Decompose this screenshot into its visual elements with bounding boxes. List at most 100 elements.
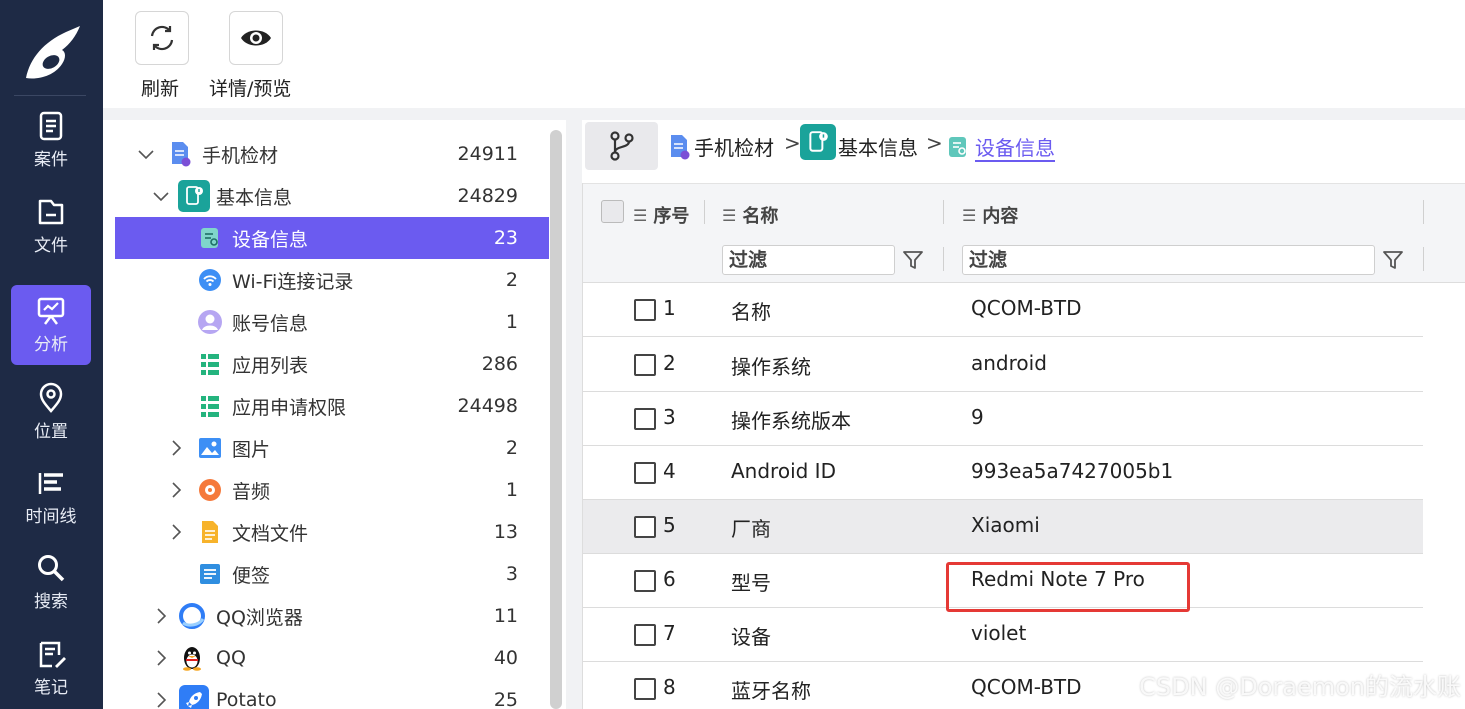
detail-preview-button[interactable] (229, 11, 283, 65)
tree-scrollbar[interactable] (550, 130, 562, 709)
breadcrumb-item-device-info[interactable]: 设备信息 (947, 132, 1055, 161)
breadcrumb-item-basic-info[interactable]: 基本信息 (800, 122, 918, 161)
row-index: 6 (663, 567, 676, 591)
eye-icon (241, 30, 271, 46)
grid-header: ☰ 序号 ☰ 名称 ☰ 内容 过滤 过滤 (583, 183, 1465, 283)
tree-count: 23 (493, 227, 518, 249)
row-checkbox[interactable] (634, 570, 656, 592)
potato-rocket-icon (179, 685, 209, 709)
content-filter-input[interactable]: 过滤 (962, 245, 1375, 275)
breadcrumb-label: 设备信息 (975, 136, 1055, 160)
column-header-index[interactable]: ☰ 序号 (633, 202, 689, 228)
refresh-button[interactable] (135, 11, 189, 65)
tree-label: 基本信息 (216, 186, 293, 209)
row-checkbox[interactable] (634, 462, 656, 484)
tree-item-audio[interactable]: 音频 1 (115, 469, 549, 511)
tree-item-potato[interactable]: Potato 25 (115, 679, 549, 709)
nav-item-location[interactable]: 位置 (11, 372, 91, 452)
row-checkbox[interactable] (634, 678, 656, 700)
row-name: 型号 (731, 571, 771, 595)
row-content: 993ea5a7427005b1 (971, 459, 1174, 483)
row-index: 1 (663, 296, 676, 320)
branch-view-button[interactable] (585, 122, 658, 170)
row-checkbox[interactable] (634, 299, 656, 321)
row-index: 4 (663, 459, 676, 483)
tree-count: 11 (493, 605, 518, 627)
tree-item-device-info[interactable]: 设备信息 23 (115, 217, 549, 259)
nav-label: 案件 (34, 150, 68, 170)
annotation-highlight-box (946, 562, 1190, 612)
select-all-checkbox[interactable] (601, 200, 624, 223)
row-checkbox[interactable] (634, 516, 656, 538)
column-separator[interactable] (1423, 200, 1424, 224)
nav-item-analysis[interactable]: 分析 (11, 285, 91, 365)
tree-count: 286 (481, 353, 518, 375)
toolbar: 刷新 详情/预览 (103, 0, 1465, 108)
table-row[interactable]: 5 厂商 Xiaomi (583, 500, 1423, 554)
nav-item-case[interactable]: 案件 (11, 100, 91, 180)
breadcrumb-item-phone-evidence[interactable]: 手机检材 (668, 132, 774, 161)
nav-item-timeline[interactable]: 时间线 (11, 457, 91, 537)
row-index: 2 (663, 351, 676, 375)
filter-funnel-icon[interactable] (1381, 248, 1405, 272)
column-menu-icon: ☰ (633, 205, 648, 225)
column-separator (943, 247, 944, 271)
tree-item-basic-info[interactable]: 基本信息 24829 (115, 175, 549, 217)
table-row[interactable]: 2 操作系统 android (583, 338, 1423, 392)
tree-item-notes[interactable]: 便签 3 (115, 553, 549, 595)
detail-preview-label: 详情/预览 (209, 78, 292, 100)
row-checkbox[interactable] (634, 354, 656, 376)
column-title: 名称 (742, 206, 779, 227)
tree-label: 应用申请权限 (232, 396, 347, 419)
tree-label: 文档文件 (232, 522, 309, 545)
tree-label: Wi-Fi连接记录 (232, 270, 354, 293)
row-index: 5 (663, 513, 676, 537)
column-header-content[interactable]: ☰ 内容 (962, 202, 1018, 228)
pane-divider[interactable] (566, 120, 582, 709)
toolbar-gap (103, 108, 1465, 120)
table-row[interactable]: 3 操作系统版本 9 (583, 392, 1423, 446)
tree-item-qq[interactable]: QQ 40 (115, 637, 549, 679)
table-row[interactable]: 1 名称 QCOM-BTD (583, 283, 1423, 337)
tree-item-phone-evidence[interactable]: 手机检材 24911 (115, 133, 549, 175)
folder-icon (38, 199, 64, 225)
refresh-icon (150, 25, 174, 51)
name-filter-input[interactable]: 过滤 (722, 245, 895, 275)
row-checkbox[interactable] (634, 408, 656, 430)
tree-item-qq-browser[interactable]: QQ浏览器 11 (115, 595, 549, 637)
nav-label: 时间线 (25, 507, 77, 527)
column-separator[interactable] (943, 200, 944, 224)
column-header-name[interactable]: ☰ 名称 (722, 202, 778, 228)
app-permissions-icon (197, 393, 223, 419)
tree-item-images[interactable]: 图片 2 (115, 427, 549, 469)
evidence-tree: 手机检材 24911 基本信息 24829 设备信息 23 Wi-Fi连接记录 … (115, 120, 566, 709)
memo-icon (197, 561, 223, 587)
nav-divider (14, 95, 86, 96)
table-row[interactable]: 4 Android ID 993ea5a7427005b1 (583, 446, 1423, 500)
note-icon (39, 641, 66, 668)
timeline-icon (38, 473, 63, 494)
tree-item-app-permissions[interactable]: 应用申请权限 24498 (115, 385, 549, 427)
basic-info-icon (178, 180, 210, 212)
refresh-label: 刷新 (141, 78, 180, 100)
row-checkbox[interactable] (634, 624, 656, 646)
nav-item-note[interactable]: 笔记 (11, 628, 91, 708)
chevron-down-icon (138, 150, 154, 160)
filter-funnel-icon[interactable] (901, 248, 925, 272)
column-separator[interactable] (704, 200, 705, 224)
tree-label: 账号信息 (232, 312, 309, 335)
main-nav: 案件 文件 分析 位置 时间线 搜索 笔记 (0, 0, 103, 709)
tree-item-account-info[interactable]: 账号信息 1 (115, 301, 549, 343)
phone-evidence-icon (671, 134, 690, 159)
nav-item-search[interactable]: 搜索 (11, 542, 91, 622)
row-content: android (971, 351, 1047, 375)
nav-item-file[interactable]: 文件 (11, 186, 91, 266)
data-grid: ☰ 序号 ☰ 名称 ☰ 内容 过滤 过滤 1 名称 QCOM-BTD 2 操作系统 a… (582, 183, 1465, 709)
tree-item-app-list[interactable]: 应用列表 286 (115, 343, 549, 385)
tree-item-documents[interactable]: 文档文件 13 (115, 511, 549, 553)
tree-label: 应用列表 (232, 354, 309, 377)
table-row[interactable]: 7 设备 violet (583, 608, 1423, 662)
analysis-icon (37, 297, 65, 325)
tree-item-wifi-records[interactable]: Wi-Fi连接记录 2 (115, 259, 549, 301)
row-content: QCOM-BTD (971, 296, 1082, 320)
